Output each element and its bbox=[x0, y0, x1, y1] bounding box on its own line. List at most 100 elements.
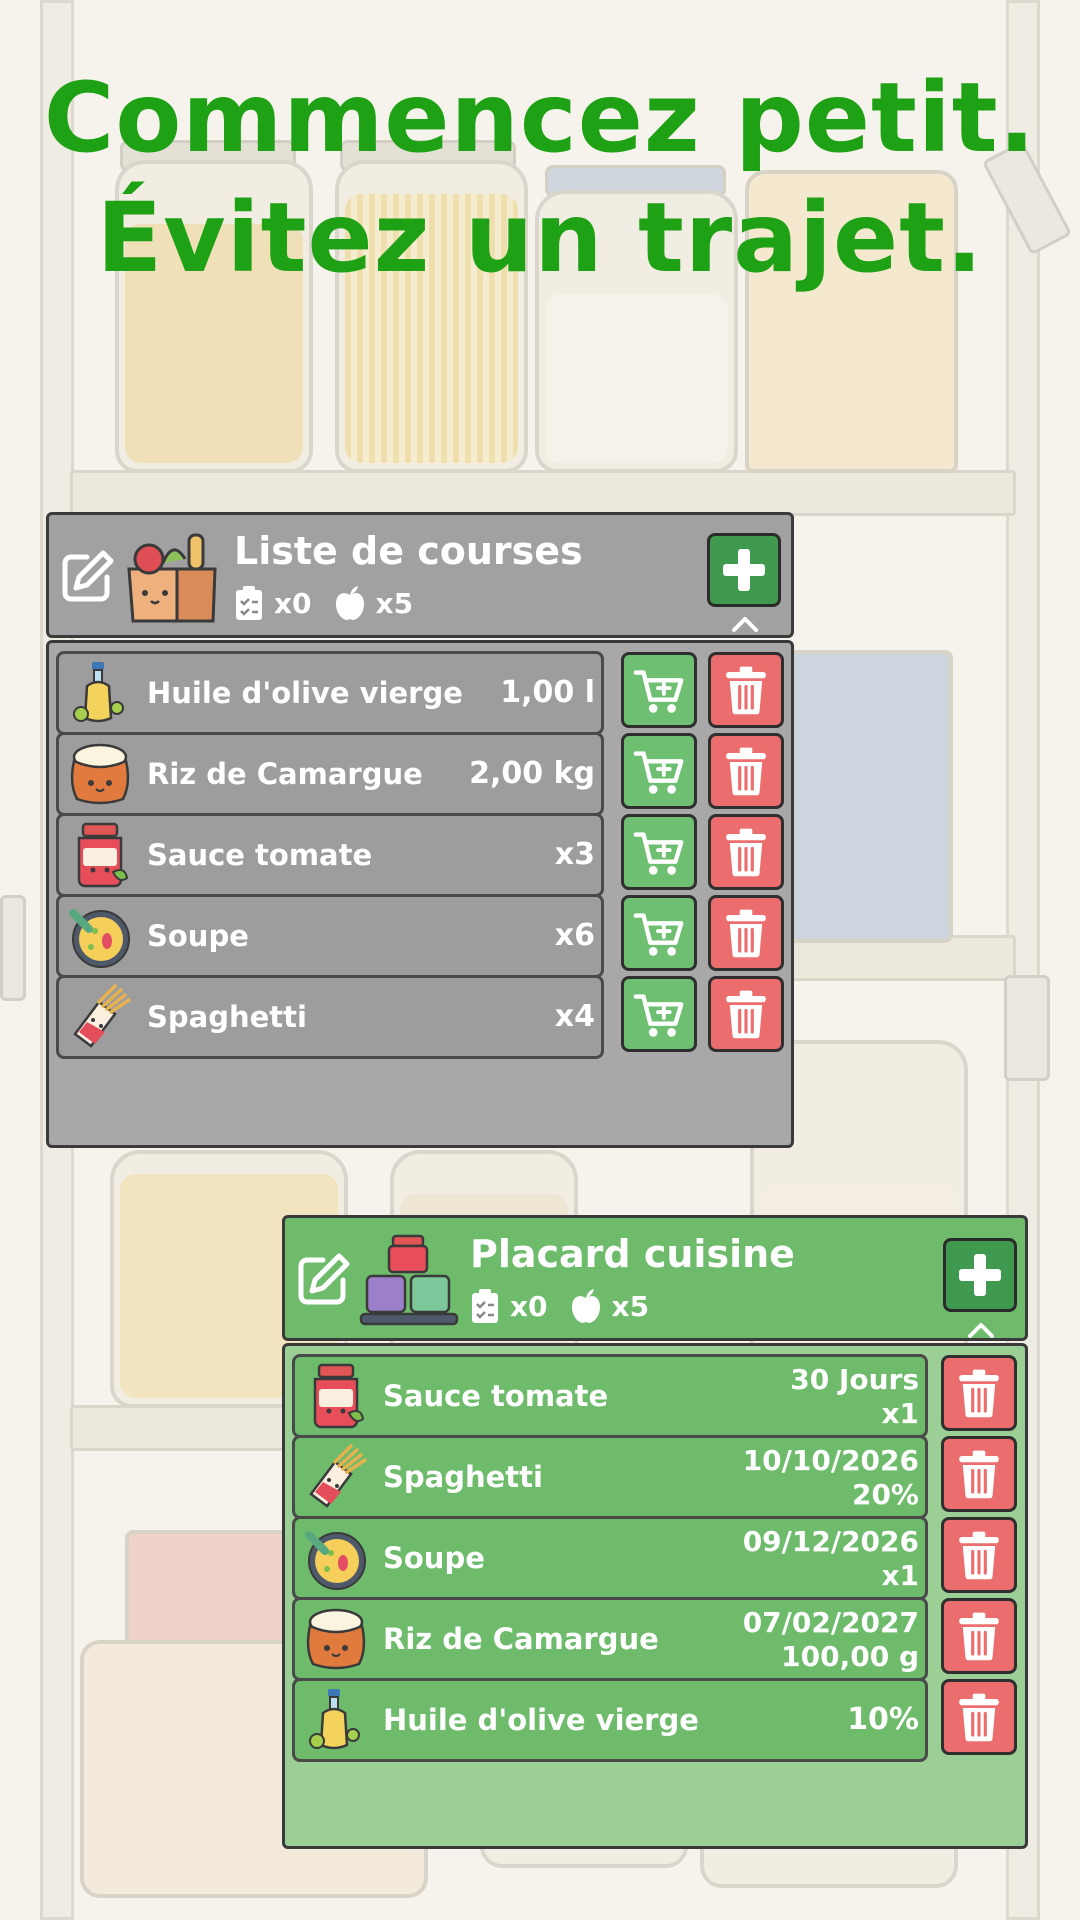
spaghetti-pack-icon bbox=[65, 982, 135, 1052]
list-item[interactable]: Riz de Camargue 2,00 kg bbox=[56, 732, 604, 816]
item-details: 10/10/2026 20% bbox=[743, 1444, 919, 1512]
item-details: 30 Jours x1 bbox=[790, 1363, 919, 1431]
shopping-list-body: Huile d'olive vierge 1,00 l Riz de Camargu… bbox=[46, 640, 794, 1148]
list-stats: x0 x5 bbox=[234, 583, 435, 623]
headline-line-2: Évitez un trajet. bbox=[96, 182, 984, 294]
collapse-icon[interactable] bbox=[730, 615, 760, 633]
tomato-sauce-jar-icon bbox=[301, 1361, 371, 1431]
trash-icon bbox=[952, 1690, 1006, 1744]
list-item[interactable]: Riz de Camargue 07/02/2027 100,00 g bbox=[292, 1597, 928, 1681]
add-to-cart-button[interactable] bbox=[621, 976, 697, 1052]
add-to-cart-button[interactable] bbox=[621, 733, 697, 809]
apple-icon bbox=[570, 1288, 602, 1324]
cart-plus-icon bbox=[630, 661, 688, 719]
cart-plus-icon bbox=[630, 904, 688, 962]
headline: Commencez petit. Évitez un trajet. bbox=[0, 58, 1080, 298]
cart-plus-icon bbox=[630, 985, 688, 1043]
cart-plus-icon bbox=[630, 742, 688, 800]
checklist-count: x0 bbox=[510, 1289, 548, 1323]
tomato-sauce-jar-icon bbox=[65, 820, 135, 890]
item-quantity: x1 bbox=[881, 1397, 919, 1430]
apple-icon bbox=[334, 585, 366, 621]
item-expiry: 09/12/2026 bbox=[742, 1525, 919, 1558]
delete-button[interactable] bbox=[708, 895, 784, 971]
item-name: Huile d'olive vierge bbox=[383, 1703, 699, 1737]
jars-shelf-icon bbox=[359, 1232, 459, 1328]
item-name: Soupe bbox=[147, 919, 249, 953]
item-quantity: 1,00 l bbox=[500, 675, 595, 710]
delete-button[interactable] bbox=[941, 1598, 1017, 1674]
delete-button[interactable] bbox=[941, 1436, 1017, 1512]
plus-icon bbox=[955, 1250, 1005, 1300]
delete-button[interactable] bbox=[941, 1517, 1017, 1593]
list-item[interactable]: Huile d'olive vierge 10% bbox=[292, 1678, 928, 1762]
item-expiry: 30 Jours bbox=[790, 1363, 919, 1396]
checklist-icon bbox=[234, 585, 264, 621]
list-item[interactable]: Spaghetti x4 bbox=[56, 975, 604, 1059]
add-item-button[interactable] bbox=[943, 1238, 1017, 1312]
list-item[interactable]: Sauce tomate 30 Jours x1 bbox=[292, 1354, 928, 1438]
item-expiry: 10/10/2026 bbox=[742, 1444, 919, 1477]
list-item[interactable]: Sauce tomate x3 bbox=[56, 813, 604, 897]
item-name: Riz de Camargue bbox=[147, 757, 423, 791]
list-item[interactable]: Soupe 09/12/2026 x1 bbox=[292, 1516, 928, 1600]
item-quantity: x3 bbox=[554, 837, 595, 872]
list-title: Liste de courses bbox=[234, 529, 583, 573]
plus-icon bbox=[719, 545, 769, 595]
items-count: x5 bbox=[611, 1289, 650, 1323]
delete-button[interactable] bbox=[941, 1679, 1017, 1755]
soup-bowl-icon bbox=[65, 901, 135, 971]
trash-icon bbox=[952, 1447, 1006, 1501]
add-to-cart-button[interactable] bbox=[621, 895, 697, 971]
delete-button[interactable] bbox=[708, 733, 784, 809]
item-quantity: 100,00 g bbox=[781, 1640, 919, 1673]
olive-oil-bottle-icon bbox=[65, 658, 135, 728]
trash-icon bbox=[719, 987, 773, 1041]
checklist-count: x0 bbox=[274, 586, 312, 620]
list-item[interactable]: Soupe x6 bbox=[56, 894, 604, 978]
list-item[interactable]: Huile d'olive vierge 1,00 l bbox=[56, 651, 604, 735]
item-details: 07/02/2027 100,00 g bbox=[743, 1606, 919, 1674]
item-quantity: x1 bbox=[881, 1559, 919, 1592]
rice-sack-icon bbox=[65, 739, 135, 809]
delete-button[interactable] bbox=[941, 1355, 1017, 1431]
add-to-cart-button[interactable] bbox=[621, 652, 697, 728]
item-quantity: 10% bbox=[847, 1702, 919, 1737]
item-name: Sauce tomate bbox=[383, 1379, 609, 1413]
pantry-body: Sauce tomate 30 Jours x1 Spaghetti 10/10/202… bbox=[282, 1343, 1028, 1849]
item-name: Riz de Camargue bbox=[383, 1622, 659, 1656]
olive-oil-bottle-icon bbox=[301, 1685, 371, 1755]
cart-plus-icon bbox=[630, 823, 688, 881]
shopping-list-panel: Liste de courses x0 x5 Huile d'olive vie… bbox=[46, 512, 794, 1148]
pantry-header: Placard cuisine x0 x5 bbox=[282, 1215, 1028, 1341]
item-expiry: 07/02/2027 bbox=[742, 1606, 919, 1639]
trash-icon bbox=[719, 663, 773, 717]
add-to-cart-button[interactable] bbox=[621, 814, 697, 890]
item-name: Huile d'olive vierge bbox=[147, 676, 463, 710]
add-item-button[interactable] bbox=[707, 533, 781, 607]
trash-icon bbox=[719, 825, 773, 879]
item-quantity: x4 bbox=[554, 999, 595, 1034]
item-name: Sauce tomate bbox=[147, 838, 373, 872]
delete-button[interactable] bbox=[708, 814, 784, 890]
trash-icon bbox=[719, 906, 773, 960]
item-name: Spaghetti bbox=[147, 1000, 307, 1034]
collapse-icon[interactable] bbox=[966, 1321, 996, 1339]
delete-button[interactable] bbox=[708, 976, 784, 1052]
grocery-bag-icon bbox=[123, 529, 223, 625]
list-item[interactable]: Spaghetti 10/10/2026 20% bbox=[292, 1435, 928, 1519]
item-name: Spaghetti bbox=[383, 1460, 543, 1494]
pantry-panel: Placard cuisine x0 x5 Sauce tomate 30 Jou… bbox=[282, 1215, 1028, 1849]
item-details: 09/12/2026 x1 bbox=[743, 1525, 919, 1593]
checklist-icon bbox=[470, 1288, 500, 1324]
headline-line-1: Commencez petit. bbox=[43, 62, 1037, 174]
delete-button[interactable] bbox=[708, 652, 784, 728]
spaghetti-pack-icon bbox=[301, 1442, 371, 1512]
edit-icon[interactable] bbox=[57, 547, 117, 607]
trash-icon bbox=[952, 1528, 1006, 1582]
rice-sack-icon bbox=[301, 1604, 371, 1674]
trash-icon bbox=[952, 1609, 1006, 1663]
edit-icon[interactable] bbox=[293, 1250, 353, 1310]
item-quantity: 2,00 kg bbox=[469, 756, 595, 791]
item-quantity: 20% bbox=[851, 1478, 919, 1511]
